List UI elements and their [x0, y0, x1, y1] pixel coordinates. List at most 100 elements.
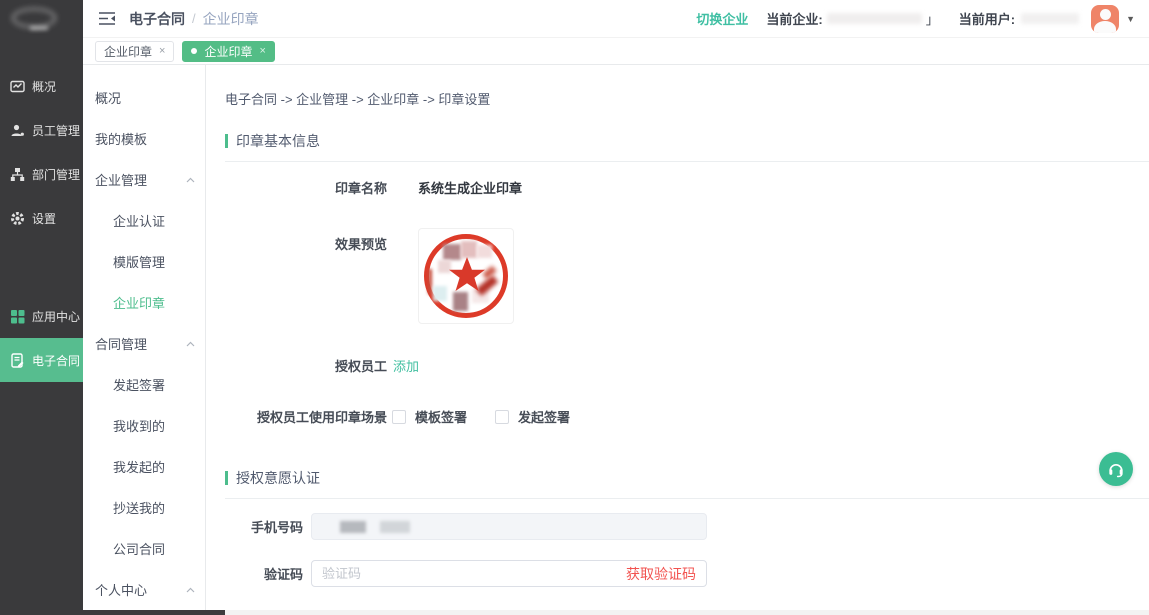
sidebar-item-enterprise-auth[interactable]: 企业认证 — [83, 200, 205, 241]
rail-item-departments[interactable]: 部门管理 — [0, 152, 83, 196]
tab-bar: 企业印章 × 企业印章 × — [83, 38, 1149, 65]
sidebar-item-label: 我发起的 — [113, 457, 165, 476]
rail-item-e-contract[interactable]: 电子合同 — [0, 338, 83, 382]
logo-redacted — [30, 26, 48, 30]
sidebar-item-received[interactable]: 我收到的 — [83, 405, 205, 446]
current-user-label: 当前用户: — [959, 9, 1015, 28]
header-page-title: 企业印章 — [203, 9, 259, 29]
logo-redacted — [12, 8, 56, 28]
sidebar-item-label: 企业管理 — [95, 170, 147, 189]
sidebar-item-company-contracts[interactable]: 公司合同 — [83, 528, 205, 569]
seal-name-row: 印章名称 系统生成企业印章 — [225, 178, 1149, 197]
seal-star — [447, 255, 487, 295]
avatar[interactable] — [1091, 5, 1119, 33]
checkbox-template-sign[interactable] — [392, 410, 406, 424]
app-window: 概况 员工管理 部门管理 设置 — [0, 0, 1149, 615]
company-name-suffix: 」 — [926, 9, 939, 28]
add-staff-link[interactable]: 添加 — [393, 356, 419, 375]
sidebar-item-my-templates[interactable]: 我的模板 — [83, 118, 205, 159]
tab-close-icon[interactable]: × — [259, 45, 265, 57]
rail-item-app-center[interactable]: 应用中心 — [0, 294, 83, 338]
seal-scene-label: 授权员工使用印章场景 — [225, 407, 387, 426]
tab-label: 企业印章 — [104, 43, 152, 60]
sidebar-item-label: 我的模板 — [95, 129, 147, 148]
rail-item-settings[interactable]: 设置 — [0, 196, 83, 240]
tab-label: 企业印章 — [204, 43, 252, 60]
scrollbar-thumb[interactable] — [0, 610, 225, 615]
sidebar-item-label: 企业认证 — [113, 211, 165, 230]
user-name-redacted — [1021, 13, 1079, 24]
user-menu-caret-icon[interactable]: ▼ — [1126, 14, 1135, 24]
code-input-wrapper: 获取验证码 — [311, 560, 707, 587]
main-column: 电子合同 / 企业印章 切换企业 当前企业: 」 当前用户: ▼ 企业印章 × — [83, 0, 1149, 615]
sidebar-item-enterprise-seal[interactable]: 企业印章 — [83, 282, 205, 323]
employees-icon — [10, 123, 25, 138]
sidebar-item-label: 企业印章 — [113, 293, 165, 312]
checkbox-label: 模板签署 — [415, 407, 467, 426]
tab-close-icon[interactable]: × — [159, 45, 165, 57]
sidebar-item-template-mgmt[interactable]: 模版管理 — [83, 241, 205, 282]
scene-option-template-sign[interactable]: 模板签署 — [392, 407, 467, 426]
app-title: 电子合同 — [129, 9, 185, 29]
rail-item-label: 应用中心 — [32, 308, 80, 325]
menu-fold-icon[interactable] — [98, 11, 116, 26]
authorized-staff-label: 授权员工 — [225, 356, 387, 375]
checkbox-label: 发起签署 — [518, 407, 570, 426]
sidebar-group-personal-center[interactable]: 个人中心 — [83, 569, 205, 610]
sidebar-item-label: 我收到的 — [113, 416, 165, 435]
seal-preview-label: 效果预览 — [225, 228, 387, 253]
primary-sidebar: 概况 员工管理 部门管理 设置 — [0, 0, 83, 615]
sidebar-item-label: 个人中心 — [95, 580, 147, 599]
seal-preview-row: 效果预览 — [225, 228, 1149, 324]
rail-item-employees[interactable]: 员工管理 — [0, 108, 83, 152]
horizontal-scrollbar[interactable] — [0, 610, 1149, 615]
divider — [225, 161, 1149, 162]
get-code-button[interactable]: 获取验证码 — [626, 564, 696, 584]
overview-icon — [10, 79, 25, 94]
tab-enterprise-seal[interactable]: 企业印章 × — [95, 41, 174, 62]
sidebar-item-initiate-sign[interactable]: 发起签署 — [83, 364, 205, 405]
phone-row: 手机号码 — [225, 513, 1149, 540]
phone-redacted — [340, 521, 366, 533]
chevron-up-icon — [186, 587, 195, 593]
sidebar-item-cc-me[interactable]: 抄送我的 — [83, 487, 205, 528]
rail-item-label: 电子合同 — [32, 352, 80, 369]
rail-item-overview[interactable]: 概况 — [0, 64, 83, 108]
switch-company-link[interactable]: 切换企业 — [696, 9, 748, 28]
code-label: 验证码 — [225, 564, 303, 583]
sidebar-item-label: 发起签署 — [113, 375, 165, 394]
primary-sidebar-menu: 概况 员工管理 部门管理 设置 — [0, 38, 83, 382]
breadcrumb-separator: / — [192, 11, 196, 26]
section-title-authorization-intent: 授权意愿认证 — [225, 468, 1149, 488]
section-title-seal-basic-info: 印章基本信息 — [225, 131, 1149, 151]
sidebar-item-label: 模版管理 — [113, 252, 165, 271]
phone-input[interactable] — [311, 513, 707, 540]
chevron-up-icon — [186, 177, 195, 183]
scene-option-initiate-sign[interactable]: 发起签署 — [495, 407, 570, 426]
sidebar-item-initiated[interactable]: 我发起的 — [83, 446, 205, 487]
rail-item-label: 设置 — [32, 210, 56, 227]
checkbox-initiate-sign[interactable] — [495, 410, 509, 424]
tab-enterprise-seal-active[interactable]: 企业印章 × — [182, 41, 274, 62]
phone-label: 手机号码 — [225, 517, 303, 536]
company-name-redacted — [827, 13, 922, 24]
app-logo — [0, 0, 83, 38]
help-button[interactable] — [1099, 452, 1133, 486]
authorized-staff-row: 授权员工 添加 — [225, 356, 1149, 375]
rail-item-label: 员工管理 — [32, 122, 80, 139]
code-input[interactable] — [322, 566, 626, 581]
avatar-person-icon — [1100, 9, 1111, 20]
chevron-up-icon — [186, 341, 195, 347]
avatar-person-icon — [1094, 21, 1116, 33]
sidebar-group-contract-mgmt[interactable]: 合同管理 — [83, 323, 205, 364]
seal-scene-row: 授权员工使用印章场景 模板签署 发起签署 — [225, 407, 1149, 426]
apps-icon — [10, 309, 25, 324]
departments-icon — [10, 167, 25, 182]
divider — [225, 498, 1149, 499]
current-company-label: 当前企业: — [766, 9, 822, 28]
sidebar-item-overview[interactable]: 概况 — [83, 77, 205, 118]
breadcrumb: 电子合同 -> 企业管理 -> 企业印章 -> 印章设置 — [225, 89, 1149, 108]
main-content: 电子合同 -> 企业管理 -> 企业印章 -> 印章设置 印章基本信息 印章名称… — [206, 65, 1149, 615]
sidebar-group-enterprise-mgmt[interactable]: 企业管理 — [83, 159, 205, 200]
top-header: 电子合同 / 企业印章 切换企业 当前企业: 」 当前用户: ▼ — [83, 0, 1149, 38]
